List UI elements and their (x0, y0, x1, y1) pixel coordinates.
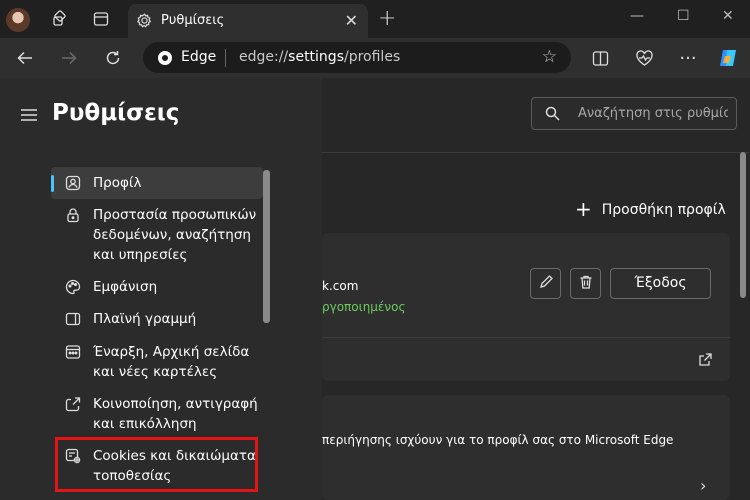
sidebar-item-label: Εμφάνιση (93, 279, 158, 295)
browser-toolbar: Edge edge://settings/profiles ☆ ··· (0, 38, 750, 78)
settings-search-input[interactable]: Αναζήτηση στις ρυθμίσ... (531, 97, 737, 130)
sign-out-button[interactable]: Έξοδος (610, 268, 711, 299)
trash-icon (578, 274, 594, 294)
gear-icon (136, 12, 153, 33)
sync-status: ργοποιημένος (322, 300, 406, 314)
sidebar-item-label: Έναρξη, Αρχική σελίδα και νέες καρτέλες (93, 344, 250, 380)
close-icon[interactable]: ✕ (345, 11, 358, 30)
profile-icon (65, 175, 81, 191)
favorite-star-icon[interactable]: ☆ (542, 47, 557, 67)
hamburger-menu-icon[interactable] (20, 107, 38, 126)
address-bar[interactable]: Edge edge://settings/profiles ☆ (143, 42, 571, 73)
external-link-icon[interactable] (698, 352, 713, 371)
sidebar-item-label: Προστασία προσωπικών δεδομένων, αναζήτησ… (93, 207, 257, 263)
palette-icon (65, 279, 81, 295)
new-tab-icon[interactable]: + (378, 6, 396, 31)
sidebar-scrollbar[interactable] (263, 170, 270, 323)
profile-avatar[interactable] (6, 8, 30, 32)
minimize-icon[interactable]: — (630, 8, 644, 24)
maximize-icon[interactable]: ☐ (677, 8, 690, 24)
profile-email: k.com (322, 279, 359, 293)
active-indicator (51, 175, 54, 192)
sidebar-item-profiles[interactable]: Προφίλ (51, 167, 263, 199)
sidebar-item-sidebar[interactable]: Πλαϊνή γραμμή (51, 303, 263, 335)
workspaces-icon[interactable] (50, 9, 70, 29)
sidebar-icon (65, 311, 81, 327)
search-placeholder: Αναζήτηση στις ρυθμίσ... (578, 106, 728, 121)
tab-title: Ρυθμίσεις (161, 13, 225, 28)
refresh-icon[interactable] (101, 46, 125, 70)
chevron-right-icon[interactable]: › (700, 476, 706, 495)
sidebar-item-label: Πλαϊνή γραμμή (93, 311, 197, 327)
sidebar-item-share-copy-paste[interactable]: Κοινοποίηση, αντιγραφή και επικόλληση (51, 388, 263, 438)
card-divider (322, 337, 730, 338)
browser-essentials-icon[interactable] (632, 46, 656, 70)
window-close-icon[interactable]: ✕ (722, 8, 734, 24)
sync-card (322, 395, 730, 500)
copilot-icon[interactable] (716, 46, 740, 70)
forward-icon[interactable] (57, 46, 81, 70)
address-url: edge://settings/profiles (239, 49, 401, 65)
main-scrollbar[interactable] (740, 152, 746, 298)
sidebar-item-privacy[interactable]: Προστασία προσωπικών δεδομένων, αναζήτησ… (51, 199, 263, 269)
more-options-icon[interactable]: ··· (676, 46, 700, 70)
sidebar-item-label: Προφίλ (93, 175, 142, 191)
add-profile-button[interactable]: + Προσθήκη προφίλ (575, 195, 726, 221)
address-brand: Edge (181, 49, 217, 65)
add-profile-label: Προσθήκη προφίλ (601, 202, 726, 218)
address-divider (225, 49, 226, 67)
share-icon (65, 396, 81, 412)
tab-settings[interactable]: Ρυθμίσεις ✕ (128, 4, 368, 38)
sidebar-item-label: Κοινοποίηση, αντιγραφή και επικόλληση (93, 396, 258, 432)
sidebar-title: Ρυθμίσεις (52, 100, 180, 126)
edit-profile-button[interactable] (530, 268, 561, 299)
sidebar-item-appearance[interactable]: Εμφάνιση (51, 271, 263, 303)
title-bar: Ρυθμίσεις ✕ + — ☐ ✕ (0, 0, 750, 38)
split-screen-icon[interactable] (588, 46, 612, 70)
search-icon (545, 106, 560, 125)
back-icon[interactable] (13, 46, 37, 70)
pencil-icon (538, 274, 554, 294)
home-tabs-icon (65, 344, 81, 360)
edge-logo-icon (157, 50, 173, 70)
sync-description: περιήγησης ισχύουν για το προφίλ σας στο… (322, 433, 674, 447)
plus-icon: + (575, 197, 592, 221)
lock-icon (65, 207, 81, 223)
tab-actions-icon[interactable] (91, 9, 111, 29)
highlight-box (55, 437, 258, 492)
sidebar-item-start-home-tabs[interactable]: Έναρξη, Αρχική σελίδα και νέες καρτέλες (51, 336, 263, 386)
delete-profile-button[interactable] (570, 268, 601, 299)
